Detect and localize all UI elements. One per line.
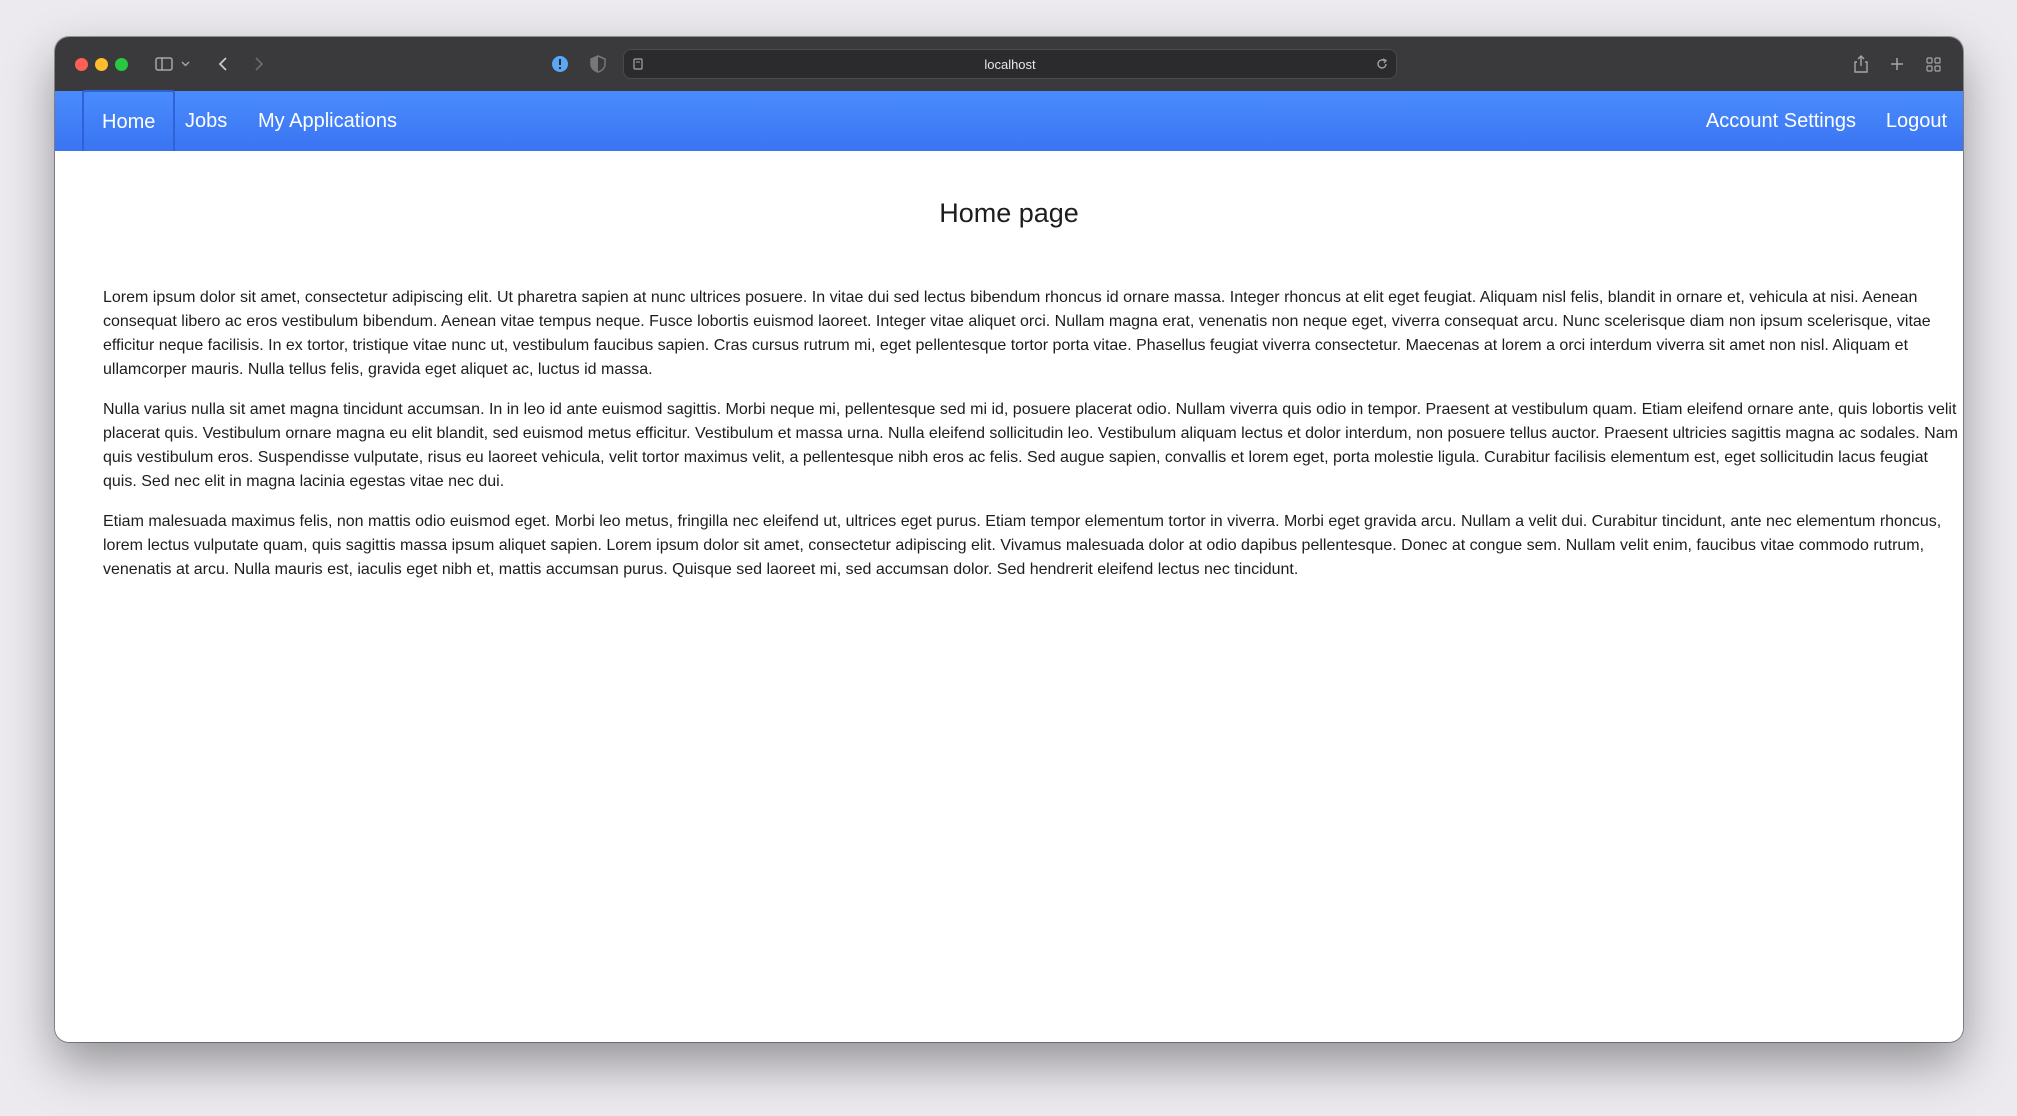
sidebar-icon[interactable] — [152, 37, 176, 91]
tab-overview-icon[interactable] — [1922, 37, 1944, 91]
paragraph: Nulla varius nulla sit amet magna tincid… — [103, 401, 1958, 490]
nav-link-jobs[interactable]: Jobs — [185, 91, 227, 151]
paragraph: Lorem ipsum dolor sit amet, consectetur … — [103, 289, 1931, 378]
reload-icon[interactable] — [1372, 50, 1392, 78]
page-content: Home page Lorem ipsum dolor sit amet, co… — [55, 151, 1963, 1042]
browser-toolbar: localhost — [55, 37, 1963, 92]
url-text: localhost — [984, 56, 1036, 72]
share-icon[interactable] — [1850, 37, 1872, 91]
paragraph: Etiam malesuada maximus felis, non matti… — [103, 513, 1942, 578]
browser-window: localhost Home Jobs My Applications Acco… — [55, 37, 1963, 1042]
site-navbar: Home Jobs My Applications Account Settin… — [55, 90, 1963, 154]
content-paragraphs: Lorem ipsum dolor sit amet, consectetur … — [103, 286, 1963, 598]
nav-link-logout[interactable]: Logout — [1886, 91, 1947, 151]
password-alert-icon[interactable] — [550, 37, 570, 91]
page-title: Home page — [939, 198, 1079, 228]
plus-icon[interactable] — [1886, 37, 1908, 91]
address-bar[interactable]: localhost — [623, 49, 1397, 79]
privacy-shield-icon[interactable] — [588, 37, 608, 91]
nav-link-my-applications[interactable]: My Applications — [258, 91, 397, 151]
nav-link-account-settings[interactable]: Account Settings — [1706, 91, 1856, 151]
back-arrow-icon[interactable] — [213, 37, 233, 91]
chevron-down-icon[interactable] — [178, 37, 192, 91]
maximize-window-button[interactable] — [115, 58, 128, 71]
forward-arrow-icon[interactable] — [249, 37, 269, 91]
minimize-window-button[interactable] — [95, 58, 108, 71]
nav-link-home[interactable]: Home — [82, 90, 176, 154]
close-window-button[interactable] — [75, 58, 88, 71]
